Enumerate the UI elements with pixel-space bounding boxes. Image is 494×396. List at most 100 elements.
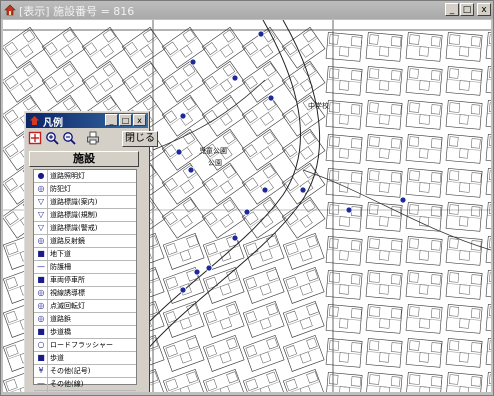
legend-item-label: 道路標識(規制) [50,211,98,219]
legend-item-symbol: ▽ [37,210,45,219]
street-light-marker[interactable] [193,268,201,276]
legend-item-divider [47,352,48,364]
legend-app-icon [30,116,39,125]
map-label-park-1: 児童公園 [199,146,227,155]
legend-title: 凡例 [43,118,63,129]
legend-item-symbol: ◎ [37,184,45,193]
legend-item-label: 道路標識(警戒) [50,224,98,232]
street-light-marker[interactable] [261,186,269,194]
legend-item[interactable]: — 防護柵 [34,261,136,274]
legend-item-label: 歩道 [50,354,64,362]
legend-close-x-button[interactable]: x [133,114,146,126]
street-light-marker[interactable] [257,30,265,38]
street-light-marker[interactable] [299,186,307,194]
legend-item-divider [47,183,48,195]
legend-item-divider [47,196,48,208]
legend-item-label: その他(記号) [50,367,91,375]
map-label-school: 中学校 [308,101,329,110]
print-icon[interactable] [85,130,101,146]
legend-panel: 施設 ● 道路照明灯 ◎ 防犯灯 ▽ 道路標識(案内) ▽ 道路標識(規制) ▽ 道路標識(警戒)… [27,149,147,395]
street-light-marker[interactable] [175,148,183,156]
expand-icon[interactable] [27,130,43,146]
legend-item-symbol: ¥ [38,366,44,375]
street-light-marker[interactable] [179,286,187,294]
legend-item[interactable]: ■ 歩道 [34,352,136,365]
main-window: [表示] 施設番号 = 816 _ □ x 児童公園 公園 中学校 凡例 _ □… [0,0,494,396]
legend-item-divider [47,365,48,377]
street-light-marker[interactable] [267,94,275,102]
street-light-marker[interactable] [399,196,407,204]
legend-item[interactable]: ¥ その他(記号) [34,365,136,378]
street-light-marker[interactable] [205,264,213,272]
legend-item[interactable]: ■ 車両停車所 [34,274,136,287]
legend-item[interactable]: ◎ 視線誘導標 [34,287,136,300]
map-label-park-2: 公園 [208,159,222,167]
minimize-button[interactable]: _ [445,3,459,16]
legend-item[interactable]: ◎ 防犯灯 [34,183,136,196]
legend-item-label: 歩道橋 [50,328,71,336]
legend-item-symbol: ■ [37,249,45,258]
legend-item[interactable]: ▽ 道路標識(規制) [34,209,136,222]
legend-item[interactable]: — その他(線) [34,378,136,391]
legend-item-label: 点滅回転灯 [50,302,85,310]
legend-item-symbol: ■ [37,275,45,284]
legend-item-label: 道路照明灯 [50,172,85,180]
legend-item-divider [47,261,48,273]
legend-item[interactable]: ■ 歩道橋 [34,326,136,339]
legend-item-symbol: — [37,379,45,388]
zoom-out-icon[interactable] [61,130,77,146]
legend-item-symbol: ◎ [37,288,45,297]
legend-item-label: 車両停車所 [50,276,85,284]
legend-item-divider [47,313,48,325]
legend-item[interactable]: ◎ 道路鋲 [34,313,136,326]
street-light-marker[interactable] [345,206,353,214]
street-light-marker[interactable] [231,234,239,242]
legend-item[interactable]: ◎ 道路反射鏡 [34,235,136,248]
zoom-in-icon[interactable] [44,130,60,146]
close-button[interactable]: x [477,3,491,16]
legend-minimize-button[interactable]: _ [105,114,118,126]
status-strip [1,392,493,395]
legend-item-label: ロードフラッシャー [50,341,113,349]
legend-list: ● 道路照明灯 ◎ 防犯灯 ▽ 道路標識(案内) ▽ 道路標識(規制) ▽ 道路標識(警戒) ◎ 道路… [33,169,137,395]
street-light-marker[interactable] [243,208,251,216]
app-icon [4,4,16,16]
legend-item-label: 防護柵 [50,263,71,271]
legend-item-symbol: ◎ [37,301,45,310]
legend-item-label: 道路反射鏡 [50,237,85,245]
legend-item-symbol: ◎ [37,236,45,245]
legend-item-divider [47,209,48,221]
street-light-marker[interactable] [179,112,187,120]
legend-item[interactable]: ■ 地下道 [34,248,136,261]
legend-item[interactable]: ◎ 点滅回転灯 [34,300,136,313]
legend-item[interactable]: ▽ 道路標識(案内) [34,196,136,209]
legend-item-label: 道路鋲 [50,315,71,323]
legend-item-label: 道路標識(案内) [50,198,98,206]
legend-toolbar: 閉じる [27,130,158,148]
title-bar[interactable]: [表示] 施設番号 = 816 _ □ x [1,1,493,19]
legend-item-symbol: ■ [37,327,45,336]
legend-header: 施設 [29,151,139,167]
legend-item-symbol: ● [37,171,45,180]
legend-item-symbol: ▽ [37,197,45,206]
legend-item-symbol: — [37,262,45,271]
legend-item-divider [47,326,48,338]
legend-item-symbol: ■ [37,353,45,362]
legend-maximize-button[interactable]: □ [119,114,132,126]
legend-item-symbol: ▽ [37,223,45,232]
maximize-button[interactable]: □ [460,3,474,16]
legend-item[interactable]: ○ ロードフラッシャー [34,339,136,352]
legend-title-bar[interactable]: 凡例 _ □ x [26,113,148,129]
street-light-marker[interactable] [187,166,195,174]
legend-item-divider [47,339,48,351]
legend-item[interactable]: ▽ 道路標識(警戒) [34,222,136,235]
legend-item-divider [47,378,48,390]
legend-item-divider [47,235,48,247]
legend-item-divider [47,222,48,234]
street-light-marker[interactable] [189,58,197,66]
legend-close-button[interactable]: 閉じる [122,131,158,147]
legend-item-divider [47,300,48,312]
legend-item-label: 防犯灯 [50,185,71,193]
street-light-marker[interactable] [231,74,239,82]
legend-item[interactable]: ● 道路照明灯 [34,170,136,183]
